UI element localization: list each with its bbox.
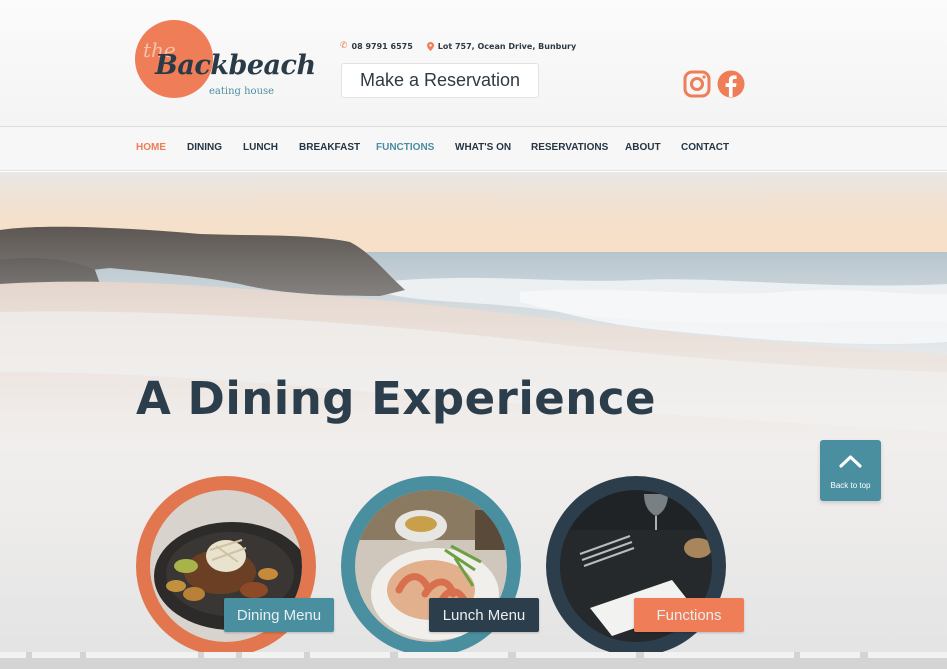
nav-item-whats-on[interactable]: WHAT'S ON (455, 142, 511, 153)
functions-button[interactable]: Functions (634, 598, 744, 632)
back-to-top-label: Back to top (830, 481, 871, 490)
logo-tagline: eating house (209, 86, 275, 97)
logo-name-text: Backbeach (155, 50, 316, 81)
location-pin-icon (426, 41, 434, 51)
lunch-menu-button[interactable]: Lunch Menu (429, 598, 539, 632)
nav-item-contact[interactable]: CONTACT (681, 142, 729, 153)
main-nav: HOME DINING LUNCH BREAKFAST FUNCTIONS WH… (0, 127, 947, 171)
chevron-up-icon (839, 455, 862, 468)
instagram-icon[interactable] (683, 70, 711, 98)
site-header: the Backbeach eating house ✆ 08 9791 657… (0, 0, 947, 127)
footer-strip (0, 652, 947, 669)
nav-item-about[interactable]: ABOUT (625, 142, 661, 153)
nav-item-dining[interactable]: DINING (187, 142, 222, 153)
logo[interactable]: the Backbeach eating house (135, 20, 316, 100)
nav-item-breakfast[interactable]: BREAKFAST (299, 142, 360, 153)
nav-item-functions[interactable]: FUNCTIONS (376, 142, 434, 153)
address: Lot 757, Ocean Drive, Bunbury (437, 41, 577, 51)
make-reservation-button[interactable]: Make a Reservation (341, 63, 539, 98)
nav-item-lunch[interactable]: LUNCH (243, 142, 278, 153)
nav-item-reservations[interactable]: RESERVATIONS (531, 142, 608, 153)
contact-line: ✆ 08 9791 6575 Lot 757, Ocean Drive, Bun… (340, 41, 576, 51)
hero-banner: A Dining Experience Back to top Dining M… (0, 172, 947, 669)
dining-menu-button[interactable]: Dining Menu (224, 598, 334, 632)
phone-icon: ✆ (340, 41, 348, 51)
phone-number[interactable]: 08 9791 6575 (352, 42, 413, 51)
nav-item-home[interactable]: HOME (136, 142, 166, 153)
facebook-icon[interactable] (717, 70, 745, 98)
hero-title: A Dining Experience (136, 372, 657, 425)
back-to-top-button[interactable]: Back to top (820, 440, 881, 501)
